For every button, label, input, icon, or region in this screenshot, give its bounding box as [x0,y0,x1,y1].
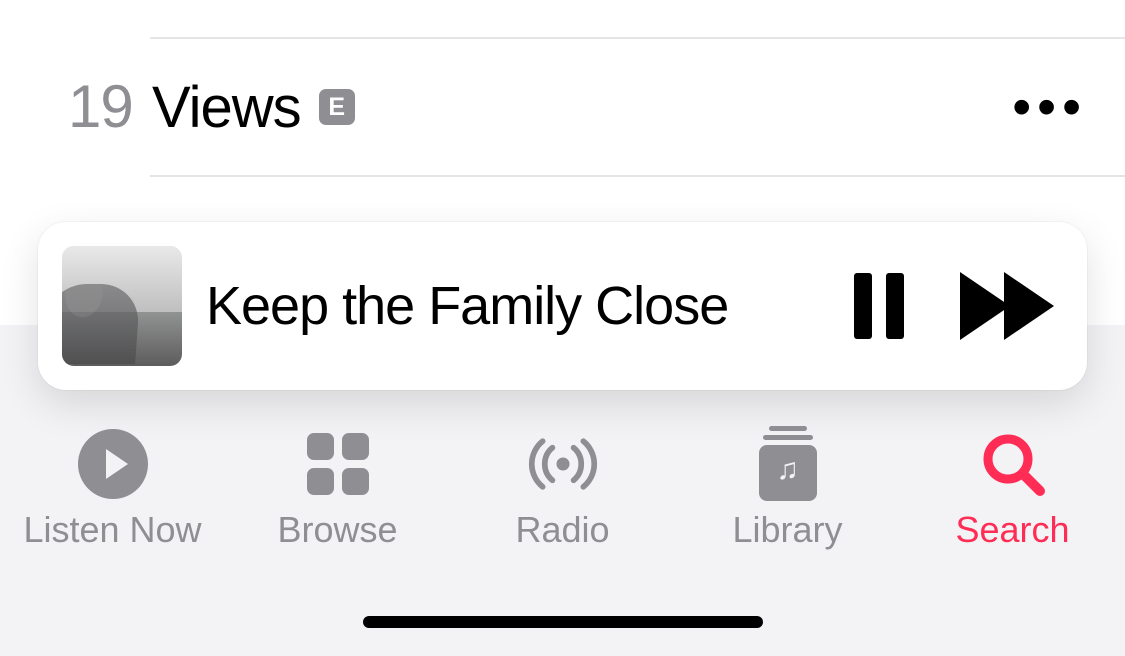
tab-label: Listen Now [23,509,201,551]
now-playing-bar[interactable]: Keep the Family Close [38,222,1087,390]
tab-label: Search [955,509,1069,551]
home-indicator[interactable] [363,616,763,628]
tab-radio[interactable]: Radio [463,429,663,551]
radio-icon [528,429,598,499]
tab-label: Browse [277,509,397,551]
tab-label: Radio [515,509,609,551]
ellipsis-icon: ••• [1012,76,1087,138]
play-circle-icon [78,429,148,499]
library-icon [753,429,823,499]
playback-controls [829,256,1057,356]
pause-button[interactable] [829,256,929,356]
tab-search[interactable]: Search [913,429,1113,551]
search-icon [978,429,1048,499]
tab-browse[interactable]: Browse [238,429,438,551]
album-art [62,246,182,366]
pause-icon [854,273,904,339]
tab-listen-now[interactable]: Listen Now [13,429,213,551]
track-number: 19 [68,72,133,141]
fast-forward-icon [960,272,1054,340]
grid-icon [303,429,373,499]
tab-library[interactable]: Library [688,429,888,551]
skip-forward-button[interactable] [957,256,1057,356]
tab-label: Library [732,509,842,551]
explicit-badge: E [319,89,355,125]
track-title: Views [152,74,301,141]
track-row[interactable]: Views E ••• [150,37,1125,177]
now-playing-title: Keep the Family Close [206,275,811,337]
more-options-button[interactable]: ••• [1012,39,1087,175]
